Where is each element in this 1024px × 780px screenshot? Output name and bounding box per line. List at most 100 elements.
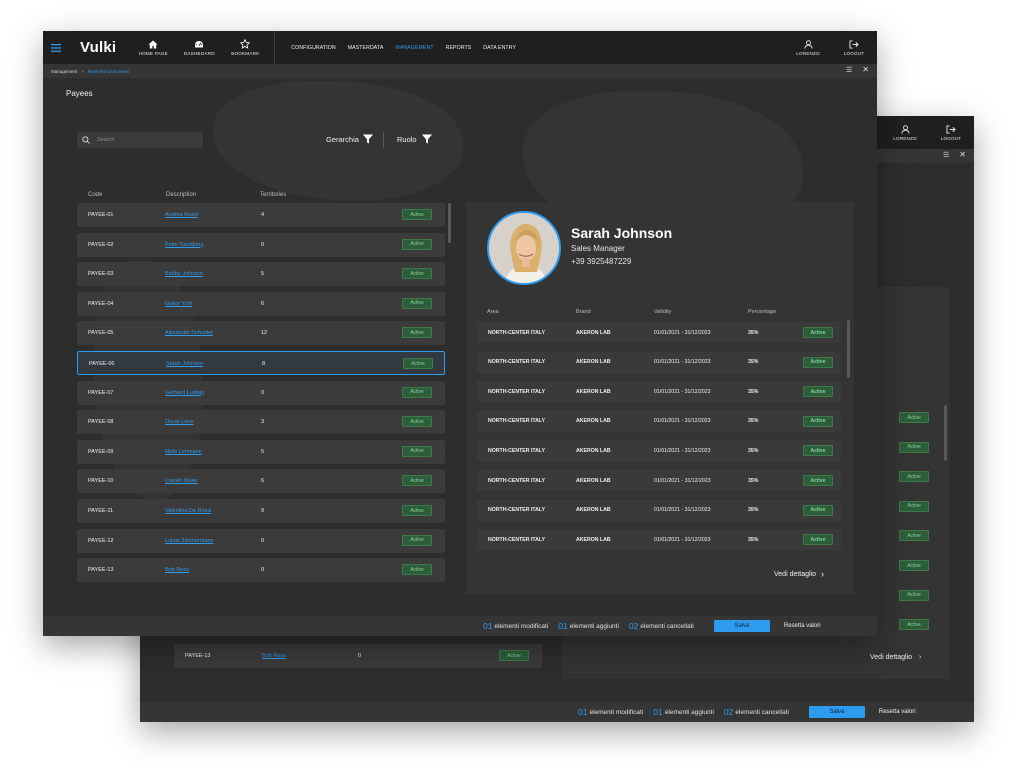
table-row[interactable]: PAYEE-08 Oscar Lane 3 Active xyxy=(77,410,445,435)
save-button[interactable]: Salva xyxy=(713,620,770,632)
back-modified-count: 01 xyxy=(578,707,588,717)
search-input[interactable]: Search xyxy=(77,132,203,148)
logout-label: LOGOUT xyxy=(843,50,865,56)
assignment-row[interactable]: NORTH-CENTER ITALY AKERON LAB 01/01/2021 -… xyxy=(477,322,841,343)
settings-icon[interactable]: ☰ xyxy=(846,66,852,74)
payees-scrollbar[interactable] xyxy=(448,203,451,243)
dashboard-button[interactable]: DASHBOARD xyxy=(176,31,222,64)
row-description-link[interactable]: Bobby Johnson xyxy=(165,262,203,286)
back-row-desc[interactable]: Bob Ross xyxy=(262,644,286,668)
assignment-area: NORTH-CENTER ITALY xyxy=(488,477,546,484)
row-code: PAYEE-09 xyxy=(88,448,114,455)
hierarchy-filter[interactable]: Gerarchia xyxy=(326,134,373,144)
row-description-link[interactable]: Gerhard Ludwig xyxy=(165,381,204,405)
column-header-code[interactable]: Code xyxy=(88,192,102,198)
back-reset-button[interactable]: Resetta valori xyxy=(879,709,916,715)
reset-button[interactable]: Resetta valori xyxy=(784,623,821,629)
window-controls: ☰ ✕ xyxy=(846,65,869,74)
logout-button[interactable]: LOGOUT xyxy=(831,31,877,64)
breadcrumb-current[interactable]: Real-time Document xyxy=(88,69,129,74)
column-header-description[interactable]: Description xyxy=(166,192,196,198)
table-row[interactable]: PAYEE-02 Peter Sandberg 0 Active xyxy=(77,232,445,257)
back-details-link[interactable]: Vedi dettaglio › xyxy=(870,654,921,661)
back-logout-button[interactable]: LOGOUT xyxy=(928,116,974,149)
back-settings-icon[interactable]: ☰ xyxy=(943,151,949,159)
back-status-badge: Active xyxy=(899,441,929,453)
breadcrumb-root[interactable]: Management xyxy=(51,69,77,74)
assignment-row[interactable]: NORTH-CENTER ITALY AKERON LAB 01/01/2021 -… xyxy=(477,529,841,551)
status-badge: Active xyxy=(402,416,432,428)
row-description-link[interactable]: Carolin Maier xyxy=(165,469,198,493)
back-window-controls: ☰ ✕ xyxy=(943,150,966,159)
assignment-row[interactable]: NORTH-CENTER ITALY AKERON LAB 01/01/2021 -… xyxy=(477,381,841,403)
assignments-scrollbar[interactable] xyxy=(847,320,850,378)
menu-reports[interactable]: REPORTS xyxy=(446,45,472,51)
table-row[interactable]: PAYEE-04 Grace York 6 Active xyxy=(77,291,445,316)
back-save-button[interactable]: Salva xyxy=(808,706,865,718)
row-description-link[interactable]: Lukas Zimmermann xyxy=(165,529,214,553)
app-logo[interactable]: Vulki xyxy=(80,39,116,56)
row-code: PAYEE-08 xyxy=(88,419,114,426)
row-description-link[interactable]: Grace York xyxy=(165,292,192,316)
table-row[interactable]: PAYEE-01 Andrea Rossi 4 Active xyxy=(77,203,445,227)
table-row[interactable]: PAYEE-11 Valentina De Rossi 9 Active xyxy=(77,499,445,523)
back-row-terr: 0 xyxy=(358,653,362,659)
assignment-row[interactable]: NORTH-CENTER ITALY AKERON LAB 01/01/2021 -… xyxy=(477,499,841,521)
row-description-link[interactable]: Sarah Johnson xyxy=(166,352,203,376)
menu-masterdata[interactable]: MASTERDATA xyxy=(348,45,384,51)
row-description-link[interactable]: Andrea Rossi xyxy=(165,203,198,227)
table-row[interactable]: PAYEE-09 Niels Lehmann 5 Active xyxy=(77,439,445,464)
table-row[interactable]: PAYEE-07 Gerhard Ludwig 0 Active xyxy=(77,380,445,405)
table-row[interactable]: PAYEE-06 Sarah Johnson 8 Active xyxy=(77,351,445,375)
details-link[interactable]: Vedi dettaglio › xyxy=(774,569,824,579)
assignment-row[interactable]: NORTH-CENTER ITALY AKERON LAB 01/01/2021 -… xyxy=(477,410,841,432)
role-label: Ruolo xyxy=(397,134,417,144)
menu-configuration[interactable]: CONFIGURATION xyxy=(291,45,335,51)
table-row[interactable]: PAYEE-10 Carolin Maier 6 Active xyxy=(77,469,445,494)
back-status-badge: Active xyxy=(899,560,929,571)
assignment-area: NORTH-CENTER ITALY xyxy=(488,359,546,366)
column-header-brand[interactable]: Brand xyxy=(576,309,591,315)
assignment-percentage: 35% xyxy=(748,418,759,425)
column-header-area[interactable]: Area xyxy=(487,309,499,315)
column-header-percentage[interactable]: Percentage xyxy=(748,309,776,315)
table-row[interactable]: PAYEE-12 Lukas Zimmermann 0 Active xyxy=(77,528,445,553)
column-header-validity[interactable]: Validity xyxy=(654,309,671,315)
table-row[interactable]: PAYEE-03 Bobby Johnson 5 Active xyxy=(77,262,445,287)
row-description-link[interactable]: Bob Ross xyxy=(165,558,189,582)
table-row[interactable]: PAYEE-13 Bob Ross 0 Active xyxy=(77,558,445,583)
table-row[interactable]: PAYEE-05 Alexander Schuster 12 Active xyxy=(77,321,445,346)
modified-label: elementi modificati xyxy=(494,622,549,630)
row-description-link[interactable]: Alexander Schuster xyxy=(165,321,213,345)
back-table-row[interactable]: PAYEE-13 Bob Ross 0 Active xyxy=(174,644,542,668)
search-icon xyxy=(82,136,90,144)
menu-management[interactable]: MANAGEMENT xyxy=(395,45,433,51)
bookmark-button[interactable]: BOOKMARK xyxy=(222,31,268,64)
close-icon[interactable]: ✕ xyxy=(862,65,869,74)
assignment-row[interactable]: NORTH-CENTER ITALY AKERON LAB 01/01/2021 -… xyxy=(477,351,841,373)
row-code: PAYEE-04 xyxy=(88,300,114,307)
row-description-link[interactable]: Niels Lehmann xyxy=(165,440,202,464)
user-button[interactable]: LORENZO xyxy=(785,31,831,64)
row-code: PAYEE-11 xyxy=(88,508,114,514)
hamburger-menu-button[interactable] xyxy=(43,31,69,64)
assignment-area: NORTH-CENTER ITALY xyxy=(488,388,546,395)
column-header-territories[interactable]: Territories xyxy=(260,192,286,198)
status-badge: Active xyxy=(402,445,432,457)
back-close-icon[interactable]: ✕ xyxy=(959,150,966,159)
row-description-link[interactable]: Peter Sandberg xyxy=(165,233,204,257)
row-description-link[interactable]: Valentina De Rossi xyxy=(165,499,211,523)
role-filter[interactable]: Ruolo xyxy=(397,134,432,144)
assignment-validity: 01/01/2021 - 31/12/2023 xyxy=(654,536,711,543)
row-code: PAYEE-02 xyxy=(88,241,114,248)
home-page-button[interactable]: HOME PAGE xyxy=(130,31,176,64)
assignment-row[interactable]: NORTH-CENTER ITALY AKERON LAB 01/01/2021 -… xyxy=(477,440,841,462)
assignment-row[interactable]: NORTH-CENTER ITALY AKERON LAB 01/01/2021 -… xyxy=(477,470,841,491)
assignment-validity: 01/01/2021 - 31/12/2023 xyxy=(654,359,711,366)
back-scrollbar[interactable] xyxy=(944,405,947,461)
status-badge: Active xyxy=(803,327,833,338)
profile-phone: +39 3925487229 xyxy=(571,257,632,266)
row-description-link[interactable]: Oscar Lane xyxy=(165,410,193,434)
menu-data-entry[interactable]: DATA ENTRY xyxy=(483,45,516,51)
back-user-button[interactable]: LORENZO xyxy=(882,116,928,149)
